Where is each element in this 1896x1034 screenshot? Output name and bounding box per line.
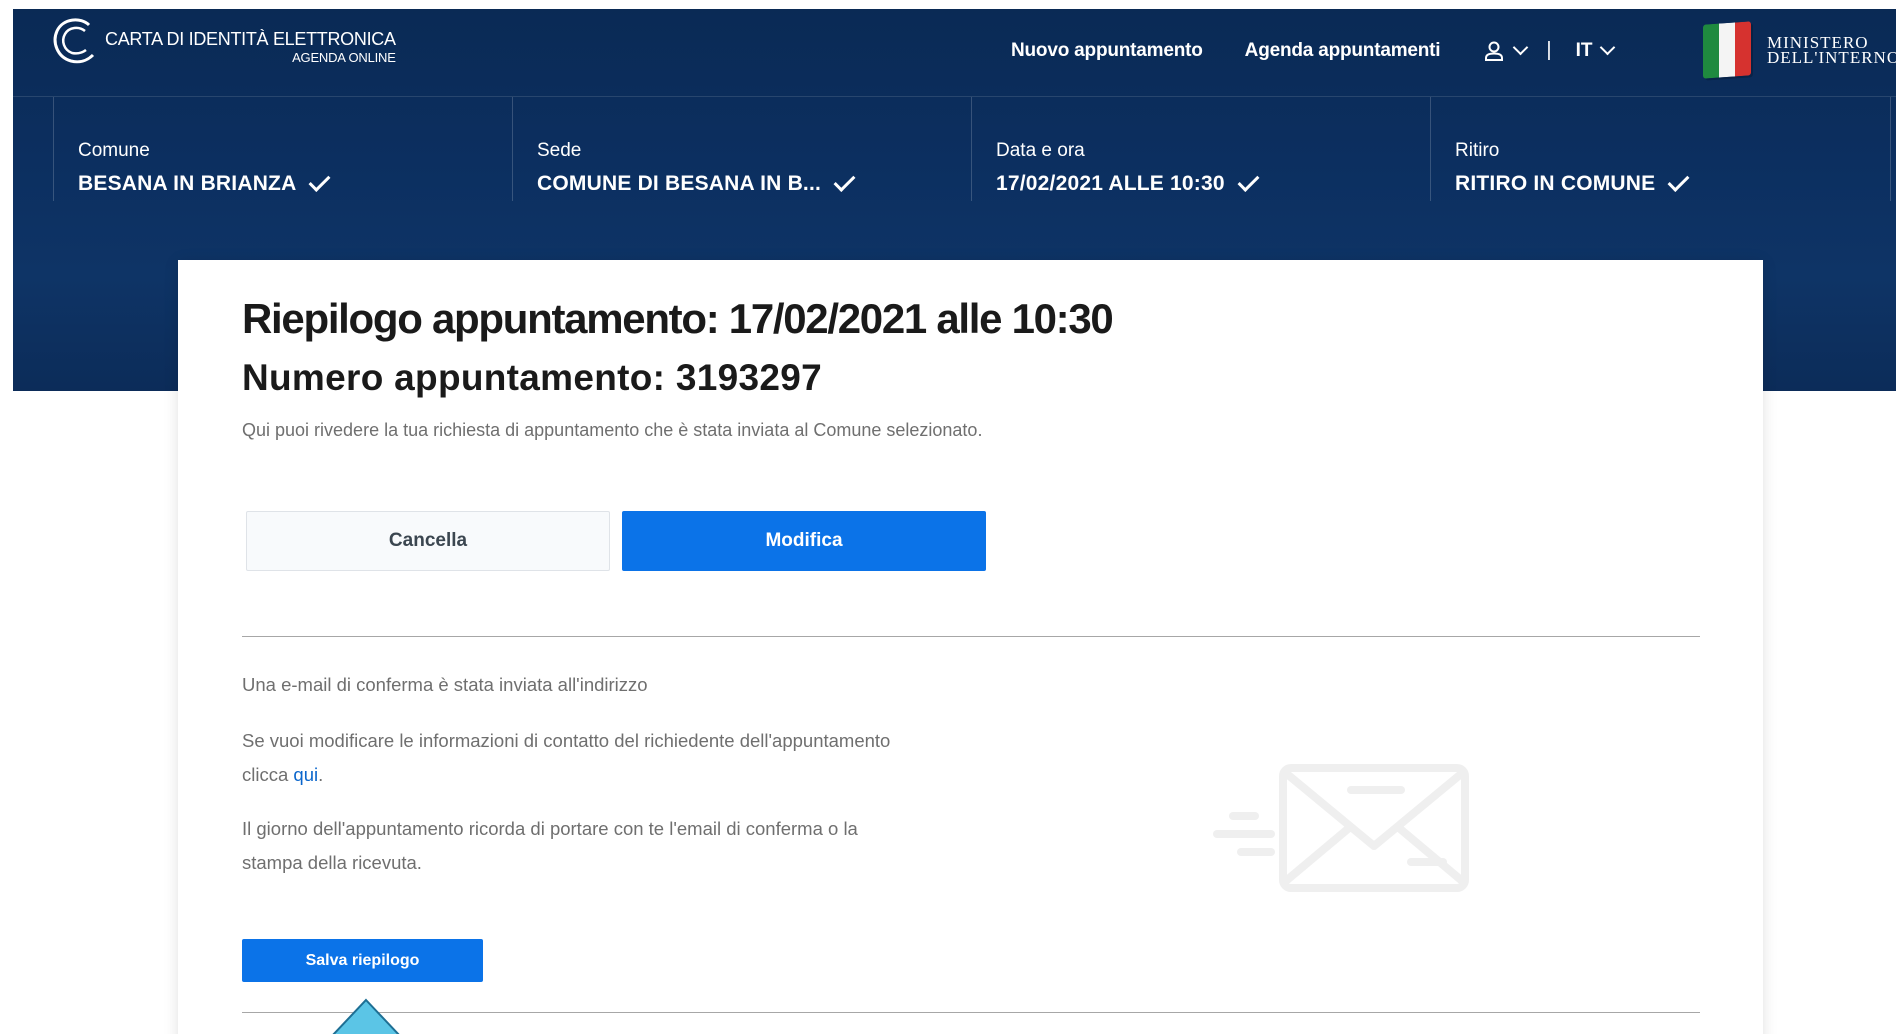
email-confirmation-text: Una e-mail di conferma è stata inviata a… <box>242 674 648 695</box>
divider <box>242 636 1700 637</box>
user-icon <box>1485 41 1504 61</box>
envelope-icon <box>1213 764 1469 892</box>
user-menu[interactable] <box>1483 39 1529 62</box>
language-selector[interactable]: IT <box>1575 39 1616 62</box>
step-label: Data e ora <box>996 140 1085 161</box>
italian-flag-icon <box>1703 21 1751 79</box>
reminder-line-2: stampa della ricevuta. <box>242 852 422 873</box>
check-icon <box>1237 170 1260 192</box>
top-strip <box>0 0 1896 9</box>
chevron-down-icon <box>1600 39 1616 56</box>
appointment-number: Numero appuntamento: 3193297 <box>242 357 823 398</box>
step-date-time[interactable]: Data e ora 17/02/2021 ALLE 10:30 <box>971 97 1430 201</box>
step-value: 17/02/2021 ALLE 10:30 <box>996 172 1225 195</box>
divider <box>242 1012 1700 1013</box>
summary-description: Qui puoi rivedere la tua richiesta di ap… <box>242 420 983 440</box>
nav-new-appointment[interactable]: Nuovo appuntamento <box>1011 40 1203 62</box>
pointer-arrow-icon <box>332 998 400 1034</box>
logo-title: CARTA DI IDENTITÀ ELETTRONICA <box>105 29 396 49</box>
step-label: Comune <box>78 140 150 161</box>
check-icon <box>1667 170 1690 192</box>
step-value: RITIRO IN COMUNE <box>1455 172 1656 195</box>
save-summary-button[interactable]: Salva riepilogo <box>242 939 483 982</box>
page-title: Riepilogo appuntamento: 17/02/2021 alle … <box>242 295 1114 342</box>
app-logo[interactable]: CARTA DI IDENTITÀ ELETTRONICA AGENDA ONL… <box>49 15 396 67</box>
step-sede[interactable]: Sede COMUNE DI BESANA IN B... <box>512 97 971 201</box>
chevron-down-icon <box>1513 39 1529 56</box>
contact-info-text: Se vuoi modificare le informazioni di co… <box>242 724 890 792</box>
steps-divider <box>1890 97 1891 201</box>
check-icon <box>309 170 331 192</box>
contact-edit-link[interactable]: qui <box>293 764 318 785</box>
ministry-line-2: DELL'INTERNO <box>1767 48 1896 67</box>
logo-subtitle: AGENDA ONLINE <box>292 50 396 65</box>
step-value: COMUNE DI BESANA IN B... <box>537 172 822 195</box>
step-pickup[interactable]: Ritiro RITIRO IN COMUNE <box>1430 97 1889 201</box>
ministry-logo[interactable]: MINISTERO DELL'INTERNO <box>1703 21 1896 79</box>
language-label: IT <box>1575 39 1593 61</box>
navbar: CARTA DI IDENTITÀ ELETTRONICA AGENDA ONL… <box>13 9 1896 97</box>
step-label: Sede <box>537 140 582 161</box>
contact-text-end: . <box>318 764 324 785</box>
booking-steps: Comune BESANA IN BRIANZA Sede COMUNE DI … <box>13 97 1896 201</box>
main-nav: Nuovo appuntamento Agenda appuntamenti |… <box>1011 39 1616 62</box>
cancel-button[interactable]: Cancella <box>246 511 610 571</box>
modify-button[interactable]: Modifica <box>622 511 986 571</box>
check-icon <box>833 170 856 192</box>
cie-logo-icon <box>53 18 95 64</box>
contact-text-line-1: Se vuoi modificare le informazioni di co… <box>242 730 891 751</box>
reminder-text: Il giorno dell'appuntamento ricorda di p… <box>242 812 858 880</box>
reminder-line-1: Il giorno dell'appuntamento ricorda di p… <box>242 818 858 839</box>
summary-card: Riepilogo appuntamento: 17/02/2021 alle … <box>178 260 1763 1034</box>
step-comune[interactable]: Comune BESANA IN BRIANZA <box>53 97 512 201</box>
contact-text-line-2: clicca <box>242 764 294 785</box>
step-value: BESANA IN BRIANZA <box>78 172 297 195</box>
step-label: Ritiro <box>1455 140 1500 161</box>
nav-separator: | <box>1546 39 1552 61</box>
nav-appointments-agenda[interactable]: Agenda appuntamenti <box>1245 40 1441 62</box>
